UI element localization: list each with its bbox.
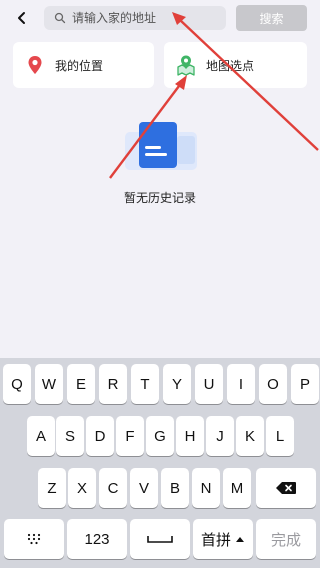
key-h[interactable]: H (176, 416, 204, 456)
caret-up-icon (236, 537, 244, 542)
backspace-key[interactable] (256, 468, 316, 508)
map-pick-label: 地图选点 (206, 58, 255, 73)
done-key[interactable]: 完成 (256, 519, 316, 559)
key-n[interactable]: N (192, 468, 220, 508)
key-z[interactable]: Z (38, 468, 66, 508)
key-g[interactable]: G (146, 416, 174, 456)
keyboard: Q W E R T Y U I O P A S D F G H J K L Z … (0, 358, 320, 568)
back-button[interactable] (10, 6, 34, 30)
map-pin-icon (176, 54, 196, 76)
backspace-icon (276, 482, 296, 494)
search-box[interactable] (44, 6, 226, 30)
search-input[interactable] (72, 11, 222, 25)
keypad-icon (27, 533, 41, 545)
my-location-card[interactable]: 我的位置 (13, 42, 154, 88)
key-k[interactable]: K (236, 416, 264, 456)
key-y[interactable]: Y (163, 364, 191, 404)
key-q[interactable]: Q (3, 364, 31, 404)
document-icon (125, 122, 197, 170)
key-i[interactable]: I (227, 364, 255, 404)
key-x[interactable]: X (68, 468, 96, 508)
map-pick-card[interactable]: 地图选点 (164, 42, 307, 88)
key-v[interactable]: V (130, 468, 158, 508)
key-o[interactable]: O (259, 364, 287, 404)
location-pin-icon (25, 54, 45, 76)
key-t[interactable]: T (131, 364, 159, 404)
space-icon (147, 536, 173, 543)
key-d[interactable]: D (86, 416, 114, 456)
empty-history-text: 暂无历史记录 (123, 191, 196, 205)
chevron-left-icon (18, 12, 25, 24)
header-bar: 搜索 (0, 0, 320, 36)
search-icon (54, 12, 66, 24)
key-p[interactable]: P (291, 364, 319, 404)
search-button[interactable]: 搜索 (236, 5, 307, 31)
key-r[interactable]: R (99, 364, 127, 404)
key-l[interactable]: L (266, 416, 294, 456)
my-location-label: 我的位置 (55, 58, 104, 73)
space-key[interactable] (130, 519, 190, 559)
key-c[interactable]: C (99, 468, 127, 508)
key-a[interactable]: A (27, 416, 55, 456)
language-key[interactable]: 首拼 (193, 519, 253, 559)
key-m[interactable]: M (223, 468, 251, 508)
key-w[interactable]: W (35, 364, 63, 404)
key-f[interactable]: F (116, 416, 144, 456)
number-key[interactable]: 123 (67, 519, 127, 559)
key-j[interactable]: J (206, 416, 234, 456)
key-s[interactable]: S (56, 416, 84, 456)
key-u[interactable]: U (195, 364, 223, 404)
key-e[interactable]: E (67, 364, 95, 404)
key-b[interactable]: B (161, 468, 189, 508)
emoji-key[interactable] (4, 519, 64, 559)
